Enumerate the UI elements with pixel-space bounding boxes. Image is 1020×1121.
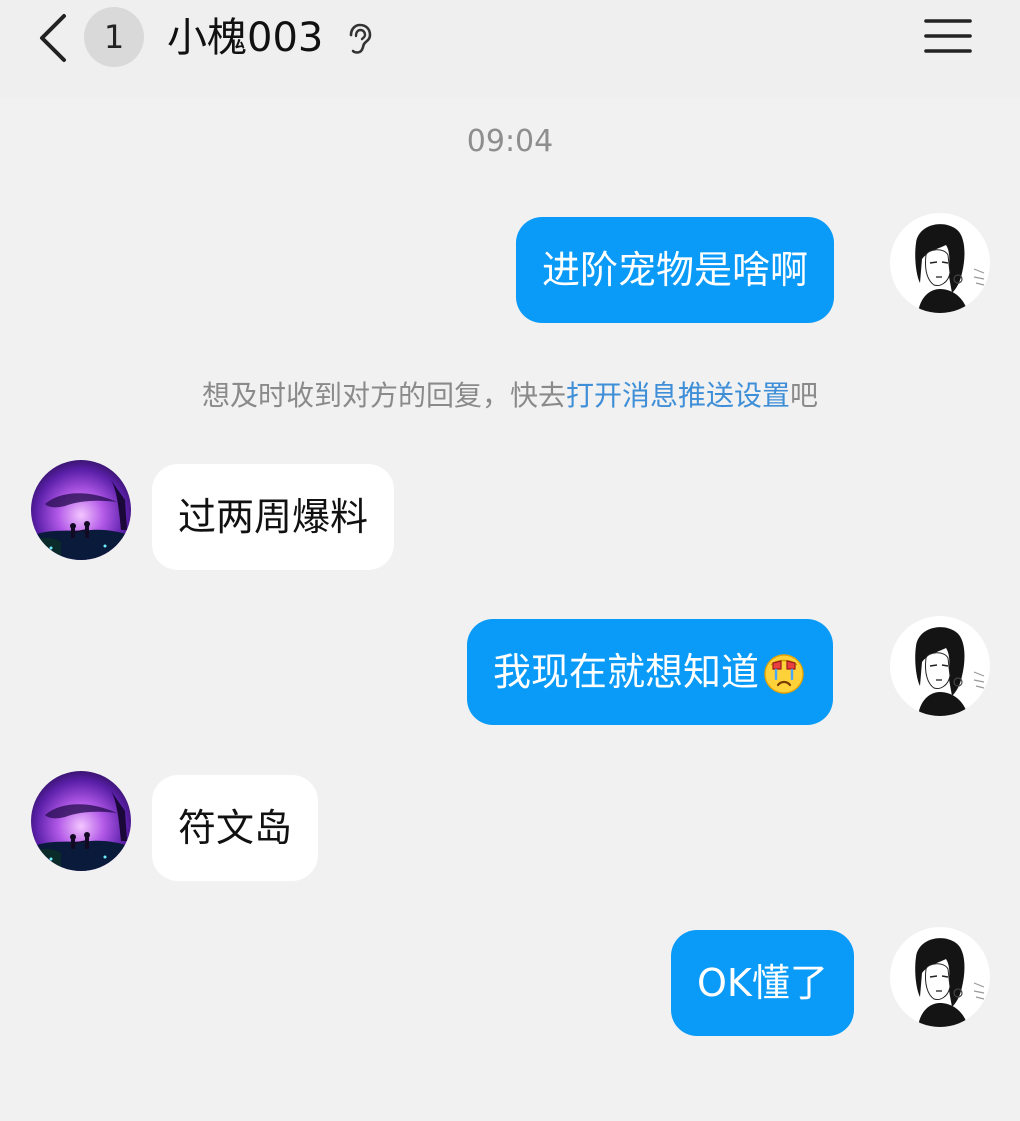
push-notification-notice: 想及时收到对方的回复，快去打开消息推送设置吧 bbox=[0, 376, 1020, 416]
self-avatar[interactable] bbox=[890, 616, 990, 716]
self-avatar[interactable] bbox=[890, 927, 990, 1027]
open-push-settings-link[interactable]: 打开消息推送设置 bbox=[566, 379, 790, 412]
crying-face-emoji-icon bbox=[764, 653, 804, 694]
menu-icon[interactable] bbox=[924, 16, 972, 56]
message-bubble-outgoing[interactable]: 我现在就想知道 bbox=[467, 619, 834, 725]
ear-icon[interactable] bbox=[344, 22, 374, 56]
notice-suffix: 吧 bbox=[790, 379, 819, 412]
contact-avatar[interactable] bbox=[31, 771, 131, 871]
chat-header: 1 小槐003 bbox=[0, 0, 1020, 98]
self-avatar[interactable] bbox=[890, 213, 990, 313]
message-bubble-outgoing[interactable]: OK懂了 bbox=[671, 930, 854, 1036]
message-timestamp: 09:04 bbox=[466, 124, 554, 159]
message-bubble-incoming[interactable]: 过两周爆料 bbox=[152, 464, 395, 570]
fantasy-night-scene-image bbox=[31, 771, 131, 871]
user-portrait-image bbox=[890, 616, 990, 716]
notice-text: 想及时收到对方的回复，快去 bbox=[201, 379, 566, 412]
fantasy-night-scene-image bbox=[31, 460, 131, 560]
user-portrait-image bbox=[890, 927, 990, 1027]
contact-avatar[interactable] bbox=[31, 460, 131, 560]
contact-name[interactable]: 小槐003 bbox=[167, 12, 323, 64]
chevron-left-icon[interactable] bbox=[30, 12, 74, 64]
message-bubble-incoming[interactable]: 符文岛 bbox=[152, 775, 319, 881]
user-portrait-image bbox=[890, 213, 990, 313]
unread-count-badge[interactable]: 1 bbox=[84, 7, 144, 67]
message-bubble-outgoing[interactable]: 进阶宠物是啥啊 bbox=[516, 217, 835, 323]
message-text: 我现在就想知道 bbox=[493, 650, 760, 694]
